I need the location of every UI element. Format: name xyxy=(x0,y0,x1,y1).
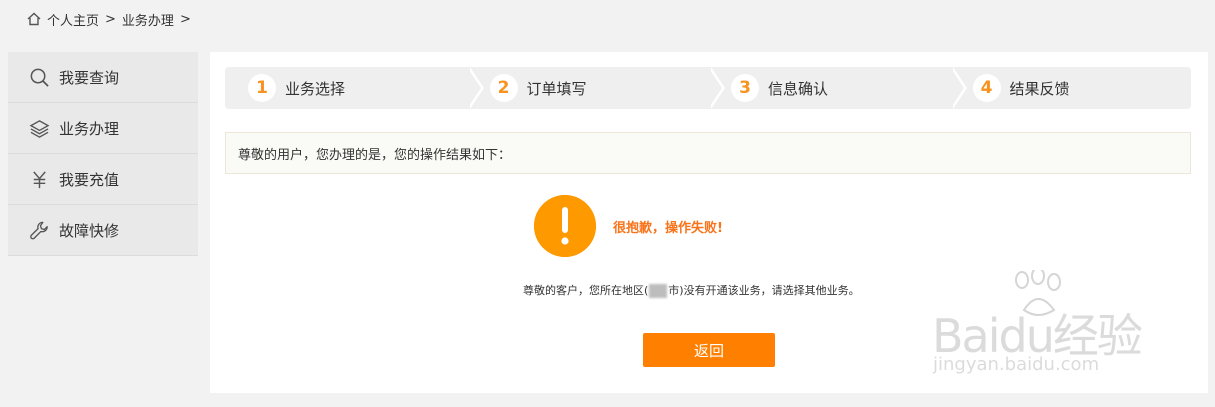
wrench-icon xyxy=(28,219,50,241)
yuan-icon xyxy=(28,168,50,190)
step-1: 1 业务选择 xyxy=(225,67,484,109)
breadcrumb: 个人主页 > 业务办理 > xyxy=(27,10,197,29)
layers-icon xyxy=(28,117,50,139)
sidebar-item-recharge[interactable]: 我要充值 xyxy=(8,154,198,205)
breadcrumb-separator: > xyxy=(105,11,116,27)
result-message: 尊敬的客户，您所在地区( 市)没有开通该业务，请选择其他业务。 xyxy=(523,282,860,298)
message-text-after: 市)没有开通该业务，请选择其他业务。 xyxy=(668,284,860,297)
sidebar: 我要查询 业务办理 我要充值 故障快修 xyxy=(8,52,198,256)
redacted-region xyxy=(649,284,668,298)
sidebar-item-label: 业务办理 xyxy=(59,119,120,138)
step-number: 4 xyxy=(972,74,1001,102)
step-number: 2 xyxy=(489,74,518,102)
message-text-before: 尊敬的客户，您所在地区( xyxy=(523,284,649,297)
sidebar-item-label: 我要查询 xyxy=(59,68,120,87)
step-label: 结果反馈 xyxy=(1009,79,1070,98)
info-text: 尊敬的用户，您办理的是，您的操作结果如下： xyxy=(238,147,512,163)
step-label: 业务选择 xyxy=(285,79,346,98)
watermark-sub: jingyan.baidu.com xyxy=(933,354,1100,375)
search-icon xyxy=(28,66,50,88)
sidebar-item-label: 我要充值 xyxy=(59,170,120,189)
step-label: 订单填写 xyxy=(526,79,587,98)
step-2: 2 订单填写 xyxy=(466,67,725,109)
step-3: 3 信息确认 xyxy=(708,67,967,109)
sidebar-item-repair[interactable]: 故障快修 xyxy=(8,205,198,256)
step-progress: 1 业务选择 2 订单填写 3 信息确认 4 结果反馈 xyxy=(225,67,1191,109)
breadcrumb-current[interactable]: 业务办理 xyxy=(122,10,174,29)
step-number: 1 xyxy=(248,74,276,102)
sidebar-item-business[interactable]: 业务办理 xyxy=(8,103,198,154)
step-4: 4 结果反馈 xyxy=(949,67,1191,109)
info-bar: 尊敬的用户，您办理的是，您的操作结果如下： xyxy=(225,132,1191,174)
home-icon[interactable] xyxy=(27,12,41,26)
result-title: 很抱歉，操作失败! xyxy=(613,220,723,236)
breadcrumb-separator: > xyxy=(179,11,191,27)
baidu-watermark: Baidu经验 jingyan.baidu.com xyxy=(930,270,1160,385)
result-header: 很抱歉，操作失败! xyxy=(534,195,723,257)
sidebar-item-query[interactable]: 我要查询 xyxy=(8,52,198,103)
back-button[interactable]: 返回 xyxy=(643,333,775,367)
warning-icon xyxy=(534,195,596,257)
step-number: 3 xyxy=(731,74,759,102)
sidebar-item-label: 故障快修 xyxy=(59,221,120,240)
step-label: 信息确认 xyxy=(768,79,829,98)
breadcrumb-home[interactable]: 个人主页 xyxy=(47,10,99,29)
